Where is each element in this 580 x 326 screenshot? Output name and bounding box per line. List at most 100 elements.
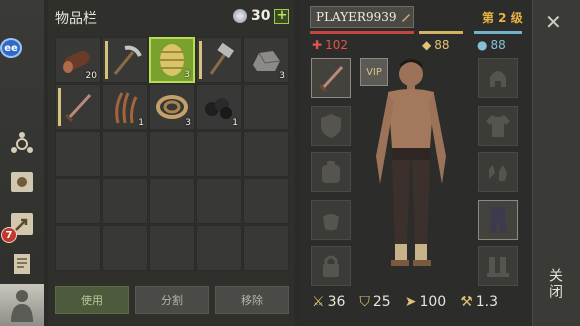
durability-bar [199,41,202,79]
armor-slot[interactable] [478,106,518,146]
gem-icon [233,9,247,23]
inventory-slot-empty[interactable] [102,178,148,224]
player-name-plate[interactable]: PLAYER9939 [310,6,414,28]
sword-icon [318,65,344,93]
scroll-icon [14,254,30,274]
inventory-slot[interactable]: 3 [149,84,195,130]
helmet-slot[interactable] [478,58,518,98]
scroll-button[interactable] [4,246,40,282]
water-bar [474,31,522,34]
attack-stat: ⚔ 36 [312,294,345,310]
weapon-slot[interactable] [311,58,351,98]
player-name: PLAYER9939 [316,10,397,24]
helmet-icon [490,71,506,87]
water-drop-icon: ● [477,38,488,52]
split-button[interactable]: 分割 [135,286,209,314]
inventory-slot[interactable]: 20 [55,37,101,83]
inventory-grid: 20 3 3 1 3 1 [55,37,291,277]
slot-quantity: 3 [185,118,191,128]
shield-icon [321,114,341,138]
inventory-title: 物品栏 [55,11,97,27]
inventory-slot-empty[interactable] [149,225,195,271]
gloves-slot[interactable] [478,152,518,192]
inventory-slot-empty[interactable] [149,131,195,177]
add-capacity-button[interactable]: + [274,8,290,24]
inventory-slot-empty[interactable] [55,131,101,177]
inventory-slot[interactable] [102,37,148,83]
sword-icon [64,93,92,123]
combat-stats: ⚔ 36 ⛉ 25 ➤ 100 ⚒ 1.3 [312,294,498,310]
inventory-slot-empty[interactable] [196,178,242,224]
shirt-icon [486,115,510,137]
remove-button[interactable]: 移除 [215,286,289,314]
slot-quantity: 20 [85,71,97,81]
pouch-icon [323,214,339,231]
slot-quantity: 3 [184,70,190,80]
left-rail: ee 7 [0,0,44,326]
barrel-icon [160,44,184,76]
backpack-icon [322,161,340,183]
food-value: 88 [434,38,450,52]
shield-slot[interactable] [311,106,351,146]
inventory-slot-empty[interactable] [55,225,101,271]
inventory-slot[interactable]: 1 [102,84,148,130]
inventory-slot-empty[interactable] [149,178,195,224]
weight-value: 1.3 [475,294,499,310]
inventory-slot[interactable] [196,37,242,83]
character-tab-button[interactable] [0,284,44,326]
boots-icon [487,257,509,277]
water-stat: ● 88 [477,38,506,52]
use-button[interactable]: 使用 [55,286,129,314]
inventory-slot-empty[interactable] [102,225,148,271]
pickaxe-icon [113,45,142,75]
notification-badge: 7 [1,227,17,243]
sun-book-icon [11,172,33,192]
crafting-button[interactable] [4,126,40,162]
inventory-slot-empty[interactable] [55,178,101,224]
hp-stat: ✚ 102 [312,38,348,52]
close-button[interactable]: 关闭 [547,268,565,300]
stone-icon [253,51,281,71]
skills-button[interactable] [4,164,40,200]
slot-quantity: 1 [232,118,238,128]
inventory-slot-empty[interactable] [196,131,242,177]
drumstick-icon: ◆ [422,38,432,52]
defense-icon: ⛉ [359,294,370,310]
speed-stat: ➤ 100 [405,294,446,310]
close-icon[interactable]: ✕ [545,10,562,34]
inventory-actions: 使用 分割 移除 [55,286,289,314]
inventory-slot-empty[interactable] [243,225,289,271]
bag-slot[interactable] [311,152,351,192]
inventory-slot-empty[interactable] [243,84,289,130]
locked-slot[interactable] [311,246,351,286]
inventory-slot-empty[interactable] [243,131,289,177]
inventory-slot-empty[interactable] [102,131,148,177]
durability-bar [58,88,61,126]
boots-slot[interactable] [478,246,518,286]
pants-icon [490,207,506,233]
hammer-icon [209,42,235,75]
coal-icon [205,98,232,119]
defense-value: 25 [372,294,391,310]
inventory-slot[interactable]: 3 [243,37,289,83]
hp-bar [310,31,414,34]
plant-fiber-icon [115,92,138,124]
character-model [376,59,446,266]
edit-icon[interactable] [400,11,412,23]
lock-icon [323,255,339,277]
inventory-slot[interactable]: 1 [196,84,242,130]
inventory-slot-empty[interactable] [196,225,242,271]
triskelion-icon [11,132,33,153]
player-level: 第 2 级 [482,11,523,25]
gloves-icon [489,165,507,181]
inventory-slot[interactable] [55,84,101,130]
inventory-slot-selected[interactable]: 3 [149,37,195,83]
health-cross-icon: ✚ [312,38,323,52]
water-value: 88 [490,38,506,52]
durability-bar [105,41,108,79]
inventory-slot-empty[interactable] [243,178,289,224]
inventory-capacity: 30 + [233,8,290,24]
ee-badge[interactable]: ee [0,38,22,58]
pouch-slot[interactable] [311,200,351,240]
pants-slot[interactable] [478,200,518,240]
